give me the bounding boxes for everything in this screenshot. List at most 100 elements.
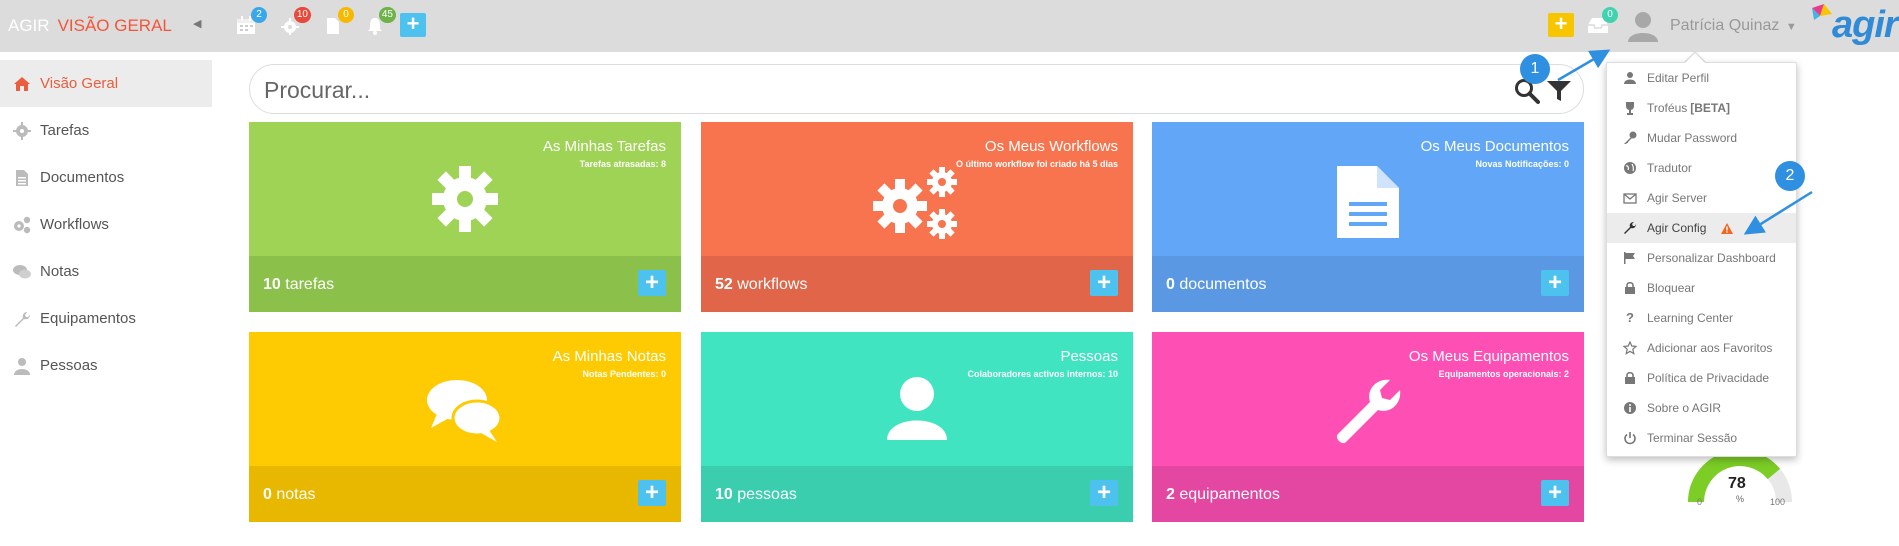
tile-count: 52 workflows xyxy=(715,276,808,293)
add-task-button[interactable]: + xyxy=(638,270,666,296)
menu-item-learning-center[interactable]: ? Learning Center xyxy=(1607,303,1796,333)
tile-footer: 10 pessoas + xyxy=(701,466,1133,522)
menu-item-agir-server[interactable]: Agir Server xyxy=(1607,183,1796,213)
tile-tarefas[interactable]: As Minhas Tarefas Tarefas atrasadas: 8 1… xyxy=(249,122,681,312)
add-workflow-button[interactable]: + xyxy=(1090,270,1118,296)
menu-item-agir-config[interactable]: Agir Config xyxy=(1607,213,1796,243)
tile-subtitle: Colaboradores activos internos: 10 xyxy=(967,369,1118,379)
dropdown-caret-inner xyxy=(1684,53,1706,64)
tile-notas[interactable]: As Minhas Notas Notas Pendentes: 0 0 not… xyxy=(249,332,681,522)
star-icon xyxy=(1623,341,1637,355)
envelope-icon xyxy=(1623,193,1637,204)
menu-item-tradutor[interactable]: Tradutor xyxy=(1607,153,1796,183)
tile-title: Os Meus Workflows xyxy=(984,138,1118,155)
menu-item-politica-privacidade[interactable]: Política de Privacidade xyxy=(1607,363,1796,393)
flag-icon xyxy=(1624,252,1635,264)
page-title: VISÃO GERAL xyxy=(57,16,172,35)
inbox-button[interactable]: 0 xyxy=(1586,7,1618,38)
brand-name: AGIR xyxy=(8,16,50,35)
tile-count: 0 documentos xyxy=(1166,276,1267,293)
key-icon xyxy=(1624,131,1637,144)
collapse-sidebar-icon[interactable]: ◀ xyxy=(193,17,201,30)
sidebar-item-label: Equipamentos xyxy=(40,310,136,327)
wrench-icon xyxy=(15,311,30,327)
add-person-button[interactable]: + xyxy=(1090,480,1118,506)
avatar[interactable] xyxy=(1625,8,1661,44)
add-note-button[interactable]: + xyxy=(638,480,666,506)
add-equipment-button[interactable]: + xyxy=(1541,480,1569,506)
sidebar: Visão Geral Tarefas Documentos Workflows… xyxy=(0,60,212,389)
sidebar-item-label: Notas xyxy=(40,263,80,280)
document-icon xyxy=(16,169,28,186)
tile-subtitle: Notas Pendentes: 0 xyxy=(582,369,666,379)
sidebar-item-notas[interactable]: Notas xyxy=(0,248,212,295)
new-item-button[interactable]: + xyxy=(1548,13,1574,37)
comments-icon xyxy=(13,264,31,278)
top-bar: AGIR VISÃO GERAL ◀ 2 10 0 45 + + 0 Patríc… xyxy=(0,0,1899,52)
tile-equipamentos[interactable]: Os Meus Equipamentos Equipamentos operac… xyxy=(1152,332,1584,522)
chevron-down-icon: ▼ xyxy=(1785,21,1797,33)
menu-item-adicionar-favoritos[interactable]: Adicionar aos Favoritos xyxy=(1607,333,1796,363)
sidebar-item-pessoas[interactable]: Pessoas xyxy=(0,342,212,389)
tile-footer: 10 tarefas + xyxy=(249,256,681,312)
lock-icon xyxy=(1625,371,1635,384)
comments-icon xyxy=(427,380,503,442)
tile-title: Pessoas xyxy=(1060,348,1118,365)
filter-icon[interactable] xyxy=(1546,79,1572,103)
tile-title: Os Meus Equipamentos xyxy=(1408,348,1569,365)
brand[interactable]: AGIR VISÃO GERAL xyxy=(8,16,172,36)
notifications-button[interactable]: 45 xyxy=(364,7,396,38)
sidebar-item-label: Visão Geral xyxy=(40,75,119,92)
search-input[interactable] xyxy=(264,75,1464,105)
tile-title: As Minhas Notas xyxy=(552,348,666,365)
menu-item-editar-perfil[interactable]: Editar Perfil xyxy=(1607,63,1796,93)
user-icon xyxy=(14,357,30,375)
tile-workflows[interactable]: Os Meus Workflows O último workflow foi … xyxy=(701,122,1133,312)
sidebar-item-workflows[interactable]: Workflows xyxy=(0,201,212,248)
user-name: Patrícia Quinaz xyxy=(1670,17,1780,34)
documents-button[interactable]: 0 xyxy=(322,7,354,38)
wrench-icon xyxy=(1624,222,1636,234)
tile-subtitle: O último workflow foi criado há 5 dias xyxy=(955,159,1118,169)
gear-icon xyxy=(432,166,498,232)
calendar-button[interactable]: 2 xyxy=(235,7,267,38)
tile-footer: 52 workflows + xyxy=(701,256,1133,312)
sidebar-item-label: Workflows xyxy=(40,216,109,233)
document-icon xyxy=(1337,166,1399,238)
gauge-max: 100 xyxy=(1770,497,1786,507)
menu-item-sobre-agir[interactable]: Sobre o AGIR xyxy=(1607,393,1796,423)
quick-add-button[interactable]: + xyxy=(400,13,426,37)
add-document-button[interactable]: + xyxy=(1541,270,1569,296)
tile-subtitle: Novas Notificações: 0 xyxy=(1475,159,1569,169)
home-icon xyxy=(14,76,30,91)
documents-badge: 0 xyxy=(338,7,354,23)
tile-documentos[interactable]: Os Meus Documentos Novas Notificações: 0… xyxy=(1152,122,1584,312)
tile-subtitle: Tarefas atrasadas: 8 xyxy=(579,159,666,169)
info-icon xyxy=(1624,402,1636,414)
settings-badge: 10 xyxy=(293,7,311,23)
user-menu-toggle[interactable]: Patrícia Quinaz ▼ xyxy=(1670,17,1797,35)
menu-item-terminar-sessao[interactable]: Terminar Sessão xyxy=(1607,423,1796,453)
menu-item-bloquear[interactable]: Bloquear xyxy=(1607,273,1796,303)
wrench-icon xyxy=(1336,379,1401,444)
sidebar-item-equipamentos[interactable]: Equipamentos xyxy=(0,295,212,342)
tile-footer: 0 notas + xyxy=(249,466,681,522)
gauge-value: 78 xyxy=(1728,475,1746,492)
callout-1: 1 xyxy=(1520,54,1550,84)
tile-title: As Minhas Tarefas xyxy=(542,138,666,155)
menu-item-trofeus[interactable]: Troféus [BETA] xyxy=(1607,93,1796,123)
notifications-badge: 45 xyxy=(378,7,396,23)
sidebar-item-documentos[interactable]: Documentos xyxy=(0,154,212,201)
globe-icon xyxy=(1624,162,1636,174)
tile-subtitle: Equipamentos operacionais: 2 xyxy=(1438,369,1569,379)
callout-2: 2 xyxy=(1775,161,1805,191)
tile-count: 2 equipamentos xyxy=(1166,486,1280,503)
user-dropdown-menu: Editar Perfil Troféus [BETA] Mudar Passwo… xyxy=(1606,62,1797,457)
menu-item-personalizar-dashboard[interactable]: Personalizar Dashboard xyxy=(1607,243,1796,273)
sidebar-item-tarefas[interactable]: Tarefas xyxy=(0,107,212,154)
settings-button[interactable]: 10 xyxy=(279,7,311,38)
tile-pessoas[interactable]: Pessoas Colaboradores activos internos: … xyxy=(701,332,1133,522)
sidebar-item-visao-geral[interactable]: Visão Geral xyxy=(0,60,212,107)
menu-item-mudar-password[interactable]: Mudar Password xyxy=(1607,123,1796,153)
tile-count: 0 notas xyxy=(263,486,316,503)
